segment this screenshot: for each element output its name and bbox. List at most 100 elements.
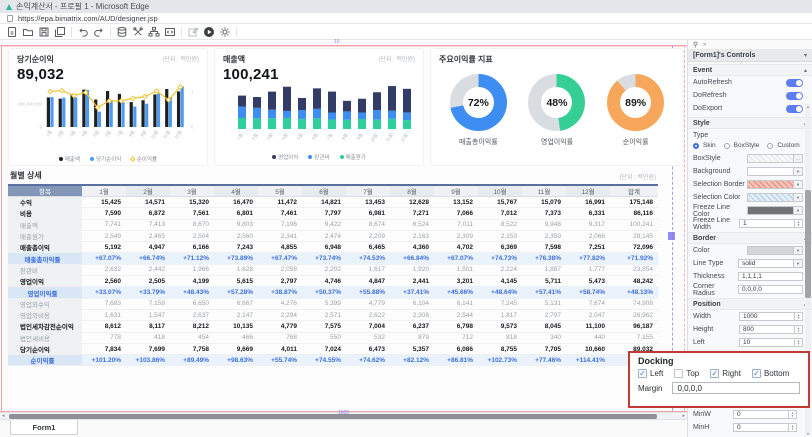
controls-header[interactable]: [Form1]'s Controls ▾ [688,50,812,62]
table-cell: 778 [82,332,126,343]
table-cell: 9,803 [214,219,258,230]
spinner-buttons[interactable]: ▴▾ [795,312,803,321]
checkbox-checked-icon[interactable]: ✓ [638,369,647,378]
address-bar[interactable]: https://epa.bimatrix.com/AUD/designer.js… [0,13,812,24]
radio-icon[interactable] [693,143,699,149]
checkbox-checked-icon[interactable]: ✓ [752,369,761,378]
table-cell: 100,241 [610,219,658,230]
value-input[interactable]: 0,0,0,0 [738,285,803,294]
table-cell: +98.63% [214,355,258,366]
pin-icon[interactable] [692,41,699,48]
docking-checkbox-top[interactable]: Top [674,369,699,378]
value-input[interactable]: 1,1,1,1 [738,272,803,281]
table-cell: 1,547 [126,309,170,320]
tools-icon[interactable] [130,25,146,38]
undo-icon[interactable] [75,25,91,38]
value-input[interactable]: 0 [733,423,789,432]
color-swatch[interactable] [747,154,794,163]
table-cell: 4,947 [126,242,170,253]
table-cell: 7,012 [478,208,522,219]
database-icon[interactable] [114,25,130,38]
table-row: 법인세비용77841845446676855053287971281834044… [8,332,658,343]
section-header-border[interactable]: Border▴ [688,232,812,244]
resize-handle[interactable] [668,232,675,240]
open-folder-icon[interactable] [20,25,36,38]
row-label: 영업이익 [8,276,82,287]
table-cell: 7,011 [434,219,478,230]
donut-ring: 72% [450,74,507,131]
color-swatch[interactable] [747,193,794,202]
table-cell: +101.20% [82,355,126,366]
table-cell: 26,962 [610,309,658,320]
dorefresh-toggle[interactable] [786,92,803,100]
docking-checkbox-left[interactable]: ✓Left [638,369,663,378]
tab-form1[interactable]: Form1 [10,420,78,435]
value-input[interactable]: 1000 [739,312,795,321]
table-cell: 1,777 [566,264,610,275]
new-file-icon[interactable] [4,25,20,38]
table-cell: 2,153 [478,230,522,241]
spinner-buttons[interactable]: ▴▾ [789,410,797,419]
design-canvas[interactable]: 10 당기순이익 (단위 : 백만원) 89,032 1월2월3월4월5월6월7… [0,40,687,412]
url-text[interactable]: https://epa.bimatrix.com/AUD/designer.js… [18,14,158,23]
margin-input[interactable]: 0,0,0,0 [672,382,800,394]
save-icon[interactable] [36,25,52,38]
spinner-buttons[interactable]: ▴▾ [795,325,803,334]
color-swatch[interactable] [747,246,794,255]
radio-icon[interactable] [767,143,773,149]
panel-scroll-thumb[interactable] [805,190,811,298]
docking-checkbox-right[interactable]: ✓Right [710,369,741,378]
table-cell: 5,711 [522,276,566,287]
color-swatch[interactable] [747,206,794,215]
horizontal-scrollbar[interactable]: ◂ ▸ 1605 [0,412,687,419]
panel-minibar: » [688,40,812,50]
docking-checkbox-bottom[interactable]: ✓Bottom [752,369,789,378]
edit-icon[interactable] [185,25,201,38]
value-input[interactable]: 1 [739,219,795,228]
spinner-buttons[interactable]: ▴▾ [795,219,803,228]
radio-icon[interactable] [724,143,730,149]
color-swatch[interactable] [747,180,794,189]
dropdown-button[interactable]: ▾ [794,167,803,176]
doexport-toggle[interactable] [786,105,803,113]
dropdown-button[interactable]: ▾ [794,206,803,215]
checkbox-checked-icon[interactable]: ✓ [710,369,719,378]
value-input[interactable]: 10 [739,338,795,347]
table-cell: +77.46% [522,355,566,366]
table-cell: 7,004 [346,321,390,332]
radio-option-boxstyle[interactable]: BoxStyle [724,142,760,149]
save-all-icon[interactable] [52,25,68,38]
section-header-position[interactable]: Position▴ [688,298,812,310]
value-input[interactable]: 800 [739,325,795,334]
combo-bar-line-chart: 1월2월3월4월5월6월7월8월9월10월11월12월6,000,000,000… [17,83,199,154]
table-cell: 8,522 [478,219,522,230]
dropdown-button[interactable]: ▾ [794,193,803,202]
section-header-style[interactable]: Style▴ [688,117,812,129]
property-label: Freeze Line Color [693,204,747,218]
more-button[interactable]: … [794,154,803,163]
redo-icon[interactable] [91,25,107,38]
property-row: Left10▴▾ [688,336,812,349]
collapse-right-icon[interactable]: » [703,42,706,48]
table-cell: 7,705 [522,343,566,354]
radio-option-custom[interactable]: Custom [767,142,799,149]
autorefresh-toggle[interactable] [786,79,803,87]
scroll-up-arrow-icon[interactable]: ▴ [805,104,811,109]
checkbox-unchecked-icon[interactable] [674,369,683,378]
spinner-buttons[interactable]: ▴▾ [789,423,797,432]
table-cell: 2,465 [126,230,170,241]
radio-option-skin[interactable]: Skin [693,142,716,149]
gear-icon[interactable] [217,25,233,38]
color-swatch[interactable] [747,167,794,176]
dropdown-button[interactable]: ▾ [794,180,803,189]
dropdown-button[interactable]: ▾ [794,259,803,268]
sitemap-icon[interactable] [146,25,162,38]
dropdown-button[interactable]: ▾ [794,246,803,255]
value-input[interactable]: 0 [733,410,789,419]
spinner-buttons[interactable]: ▴▾ [795,338,803,347]
play-icon[interactable] [201,25,217,38]
code-icon[interactable] [162,25,178,38]
select-value[interactable]: solid [738,259,794,268]
section-header-event[interactable]: Event▴ [688,64,812,76]
property-label: Corner Radius [693,283,738,297]
